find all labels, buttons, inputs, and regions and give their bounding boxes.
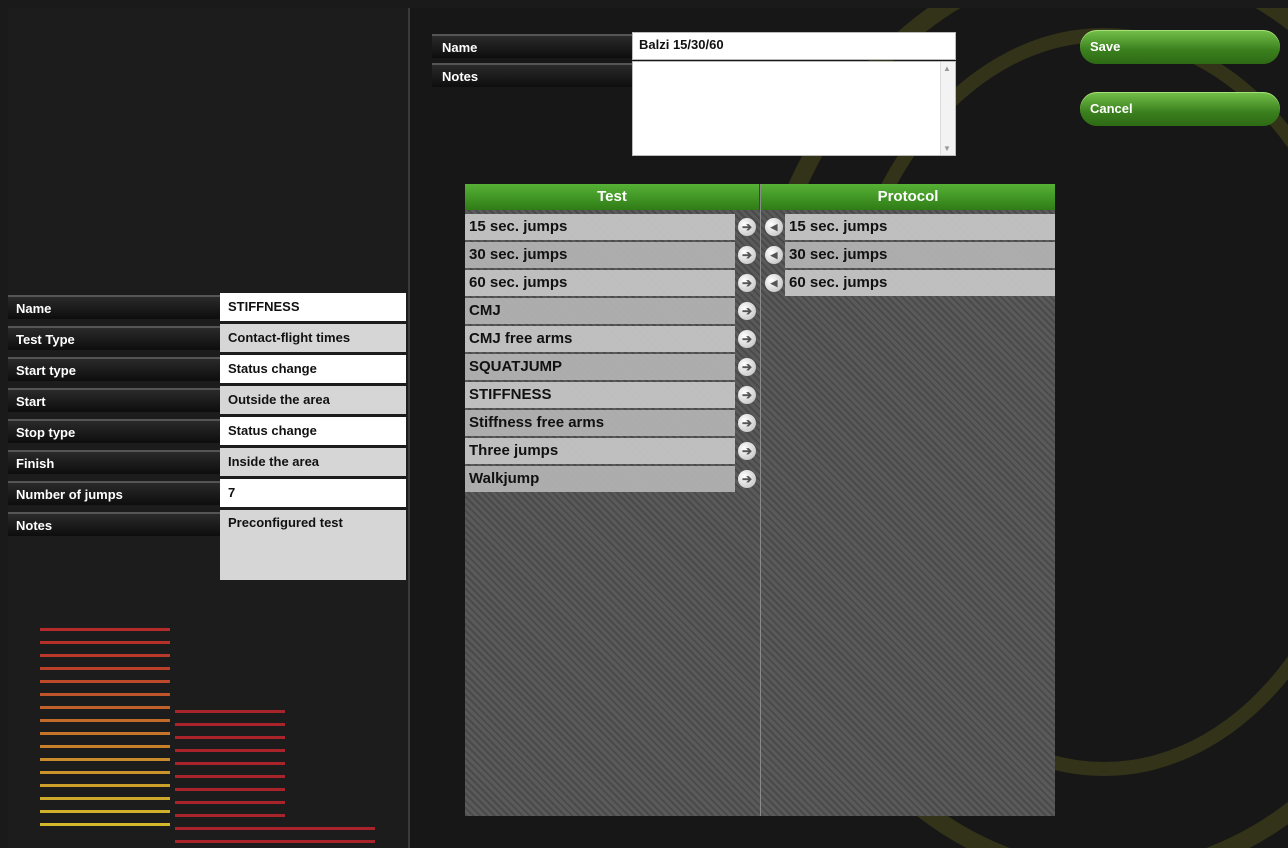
save-button[interactable]: Save	[1080, 30, 1280, 64]
equalizer-bar	[40, 732, 170, 735]
arrow-right-icon[interactable]: ➔	[738, 358, 756, 376]
equalizer-bar	[40, 758, 170, 761]
equalizer-bar	[175, 762, 285, 765]
field-label: Notes	[8, 512, 220, 536]
equalizer-bar	[40, 771, 170, 774]
equalizer-bar	[40, 719, 170, 722]
test-column-header: Test	[465, 184, 760, 210]
equalizer-bar	[175, 736, 285, 739]
arrow-left-icon[interactable]: ◀	[765, 274, 783, 292]
test-list-item[interactable]: STIFFNESS	[465, 382, 735, 408]
field-value: Contact-flight times	[220, 324, 406, 352]
equalizer-bar	[40, 797, 170, 800]
arrow-right-icon[interactable]: ➔	[738, 246, 756, 264]
equalizer-bar	[40, 693, 170, 696]
equalizer-bar	[175, 775, 285, 778]
test-protocol-table: Test Protocol 15 sec. jumps ➔ 30 sec. jump…	[465, 184, 1055, 816]
test-list-item[interactable]: CMJ	[465, 298, 735, 324]
test-list-item[interactable]: Walkjump	[465, 466, 735, 492]
arrow-right-icon[interactable]: ➔	[738, 302, 756, 320]
equalizer-bar	[175, 710, 285, 713]
equalizer-bar	[40, 810, 170, 813]
cancel-button[interactable]: Cancel	[1080, 92, 1280, 126]
field-value: Status change	[220, 417, 406, 445]
arrow-right-icon[interactable]: ➔	[738, 330, 756, 348]
notes-scrollbar[interactable]: ▲ ▼	[940, 62, 955, 155]
protocol-list-item[interactable]: 30 sec. jumps	[785, 242, 1055, 268]
equalizer-bar	[175, 749, 285, 752]
test-list-item[interactable]: Stiffness free arms	[465, 410, 735, 436]
arrow-right-icon[interactable]: ➔	[738, 414, 756, 432]
field-label: Start	[8, 388, 220, 412]
field-value: 7	[220, 479, 406, 507]
arrow-left-icon[interactable]: ◀	[765, 218, 783, 236]
test-list-item[interactable]: 30 sec. jumps	[465, 242, 735, 268]
protocol-name-input[interactable]: Balzi 15/30/60	[632, 32, 956, 60]
test-list-item[interactable]: Three jumps	[465, 438, 735, 464]
equalizer-bar	[175, 788, 285, 791]
equalizer-bar	[40, 823, 170, 826]
test-list-item[interactable]: 60 sec. jumps	[465, 270, 735, 296]
equalizer-bar	[175, 827, 375, 830]
protocol-list-item[interactable]: 60 sec. jumps	[785, 270, 1055, 296]
test-list-item[interactable]: SQUATJUMP	[465, 354, 735, 380]
field-label: Name	[8, 295, 220, 319]
field-label: Number of jumps	[8, 481, 220, 505]
equalizer-bar	[40, 706, 170, 709]
arrow-right-icon[interactable]: ➔	[738, 470, 756, 488]
equalizer-bar	[175, 814, 285, 817]
field-value: Inside the area	[220, 448, 406, 476]
column-divider	[760, 184, 761, 816]
arrow-right-icon[interactable]: ➔	[738, 218, 756, 236]
arrow-right-icon[interactable]: ➔	[738, 274, 756, 292]
equalizer-bar	[40, 641, 170, 644]
protocol-notes-label: Notes	[432, 63, 632, 87]
scroll-down-icon[interactable]: ▼	[943, 144, 951, 153]
field-label: Start type	[8, 357, 220, 381]
equalizer-bar	[40, 667, 170, 670]
equalizer-bar	[175, 840, 375, 843]
arrow-right-icon[interactable]: ➔	[738, 442, 756, 460]
protocol-notes-input[interactable]: ▲ ▼	[632, 61, 956, 156]
field-value: STIFFNESS	[220, 293, 406, 321]
equalizer-bar	[40, 784, 170, 787]
field-value: Preconfigured test	[220, 510, 406, 580]
equalizer-bar	[175, 723, 285, 726]
equalizer-bar	[40, 654, 170, 657]
equalizer-bar	[40, 628, 170, 631]
test-list-item[interactable]: CMJ free arms	[465, 326, 735, 352]
test-list-item[interactable]: 15 sec. jumps	[465, 214, 735, 240]
field-value: Outside the area	[220, 386, 406, 414]
field-value: Status change	[220, 355, 406, 383]
protocol-notes-text	[633, 62, 955, 70]
equalizer-bar	[40, 745, 170, 748]
arrow-left-icon[interactable]: ◀	[765, 246, 783, 264]
arrow-right-icon[interactable]: ➔	[738, 386, 756, 404]
field-label: Test Type	[8, 326, 220, 350]
equalizer-bar	[40, 680, 170, 683]
equalizer-bar	[175, 801, 285, 804]
field-label: Stop type	[8, 419, 220, 443]
protocol-column-header: Protocol	[761, 184, 1055, 210]
scroll-up-icon[interactable]: ▲	[943, 64, 951, 73]
field-label: Finish	[8, 450, 220, 474]
protocol-list-item[interactable]: 15 sec. jumps	[785, 214, 1055, 240]
protocol-name-label: Name	[432, 34, 632, 58]
